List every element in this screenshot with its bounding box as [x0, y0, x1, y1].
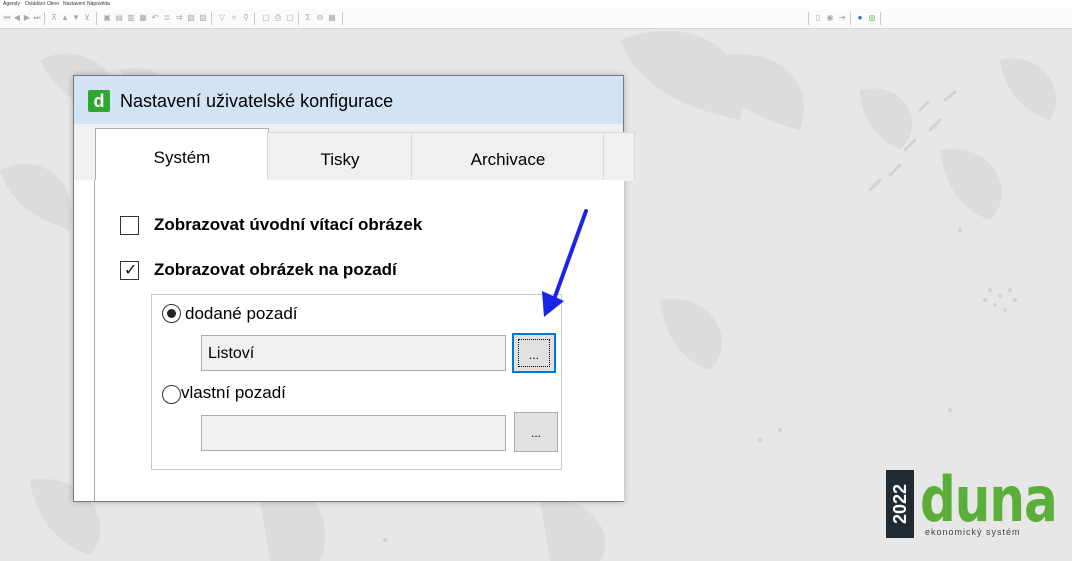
toolbar-divider — [298, 12, 299, 25]
tab-tisky-label: Tisky — [320, 150, 360, 169]
list-icon[interactable]: ≣ — [163, 13, 171, 23]
sort-first-icon[interactable]: ⊼ — [50, 13, 58, 23]
welcome-image-label: Zobrazovat úvodní vítací obrázek — [154, 215, 423, 234]
logo-wordmark: duna — [920, 463, 1058, 536]
exit-icon[interactable]: ⇥ — [838, 13, 846, 23]
toolbar: ⏮ ◀ ▶ ⏭ ⊼ ▲ ▼ ⊻ ▣ ▤ ▥ ▦ ↶ ≣ ⇉ ▧ ▨ ▽ ▿ ⚲ … — [0, 9, 1072, 29]
export-icon[interactable]: ▢ — [286, 13, 294, 23]
tab-strip: Systém Tisky Archivace — [74, 124, 635, 182]
menu-item-ovladani[interactable]: Ovládání — [25, 1, 45, 7]
tab-next[interactable] — [603, 132, 635, 181]
logo-subtitle: ekonomický systém — [925, 527, 1021, 537]
custom-background-radio[interactable] — [162, 385, 181, 404]
power-icon[interactable]: ◎ — [868, 13, 876, 23]
tab-tisky[interactable]: Tisky — [267, 132, 413, 181]
checkmark-icon: ✓ — [124, 262, 138, 279]
calculator-icon[interactable]: ▦ — [328, 13, 336, 23]
info-icon[interactable]: ◉ — [826, 13, 834, 23]
browse-button-label: ... — [518, 339, 550, 367]
previous-record-icon[interactable]: ◀ — [13, 13, 21, 23]
print-icon[interactable]: ⎙ — [274, 13, 282, 23]
menu-item-nastaveni[interactable]: Nastavení — [63, 1, 86, 7]
supplied-background-radio[interactable] — [162, 304, 181, 323]
table-icon[interactable]: ▧ — [187, 13, 195, 23]
supplied-background-label: dodané pozadí — [185, 304, 298, 323]
toolbar-divider — [808, 12, 809, 25]
new-record-icon[interactable]: ▣ — [103, 13, 111, 23]
save-record-icon[interactable]: ▥ — [127, 13, 135, 23]
undo-icon[interactable]: ↶ — [151, 13, 159, 23]
sum-icon[interactable]: Σ — [304, 13, 312, 23]
radio-selected-dot — [167, 309, 176, 318]
toolbar-divider — [254, 12, 255, 25]
help-icon[interactable]: ● — [856, 13, 864, 23]
sort-up-icon[interactable]: ▲ — [61, 13, 69, 23]
search-icon[interactable]: ⚲ — [242, 13, 250, 23]
toolbar-divider — [96, 12, 97, 25]
toolbar-divider — [211, 12, 212, 25]
copy-record-icon[interactable]: ▦ — [139, 13, 147, 23]
toolbar-divider — [44, 12, 45, 25]
menu-item-agendy[interactable]: Agendy — [3, 1, 20, 7]
logo-year: 2022 — [890, 483, 910, 525]
chart-icon[interactable]: ⊖ — [316, 13, 324, 23]
first-record-icon[interactable]: ⏮ — [3, 13, 11, 23]
custom-background-field[interactable] — [201, 415, 506, 451]
dialog-title: Nastavení uživatelské konfigurace — [120, 91, 394, 111]
bookmark-icon[interactable]: ▯ — [814, 13, 822, 23]
app-logo-icon: d — [88, 90, 110, 112]
supplied-background-field[interactable]: Listoví — [201, 335, 506, 371]
tab-system-label: Systém — [153, 148, 211, 167]
sort-down-icon[interactable]: ▼ — [72, 13, 80, 23]
custom-background-label: vlastní pozadí — [181, 383, 286, 402]
toolbar-divider — [850, 12, 851, 25]
columns-icon[interactable]: ▨ — [199, 13, 207, 23]
filter-icon[interactable]: ▽ — [218, 13, 226, 23]
welcome-image-checkbox[interactable] — [120, 216, 139, 235]
background-image-label: Zobrazovat obrázek na pozadí — [154, 260, 397, 279]
dialog-titlebar[interactable]: d Nastavení uživatelské konfigurace — [74, 76, 623, 124]
print-preview-icon[interactable]: ▢ — [262, 13, 270, 23]
tab-archivace-label: Archivace — [470, 150, 546, 169]
edit-record-icon[interactable]: ▤ — [115, 13, 123, 23]
sort-last-icon[interactable]: ⊻ — [83, 13, 91, 23]
annotation-arrow-icon — [542, 209, 588, 317]
menu-item-napoveda[interactable]: Nápověda — [87, 1, 110, 7]
background-image-checkbox[interactable]: ✓ — [120, 261, 139, 280]
transfer-icon[interactable]: ⇉ — [175, 13, 183, 23]
tab-system[interactable]: Systém — [95, 128, 269, 182]
last-record-icon[interactable]: ⏭ — [33, 13, 41, 23]
toolbar-divider — [880, 12, 881, 25]
tab-archivace[interactable]: Archivace — [411, 132, 605, 181]
custom-background-browse-button[interactable]: ... — [514, 412, 558, 452]
supplied-background-browse-button[interactable]: ... — [512, 333, 556, 373]
filter-list-icon[interactable]: ▿ — [230, 13, 238, 23]
menubar: Agendy Ovládání Okno Nastavení Nápověda — [0, 0, 1072, 9]
menu-item-okno[interactable]: Okno — [47, 1, 59, 7]
next-record-icon[interactable]: ▶ — [23, 13, 31, 23]
toolbar-divider — [342, 12, 343, 25]
